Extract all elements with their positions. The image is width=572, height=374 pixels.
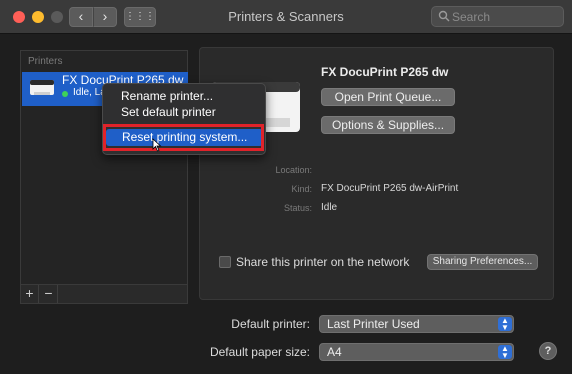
menu-item-set-default-printer[interactable]: Set default printer xyxy=(103,104,267,121)
add-printer-button[interactable]: + xyxy=(21,285,39,303)
default-paper-select[interactable]: A4 ▲ ▼ xyxy=(319,343,514,361)
kind-value: FX DocuPrint P265 dw-AirPrint xyxy=(321,183,459,194)
menu-item-rename-printer[interactable]: Rename printer... xyxy=(103,88,267,105)
search-field[interactable] xyxy=(431,6,564,27)
share-printer-checkbox[interactable] xyxy=(219,256,231,268)
pointer-cursor-icon xyxy=(152,138,162,152)
printer-icon xyxy=(30,80,54,95)
printer-status: Idle, La xyxy=(73,87,106,98)
remove-printer-button[interactable]: − xyxy=(40,285,58,303)
options-supplies-button[interactable]: Options & Supplies... xyxy=(321,116,455,134)
search-icon xyxy=(438,10,450,22)
share-printer-label[interactable]: Share this printer on the network xyxy=(236,255,409,269)
default-printer-label: Default printer: xyxy=(231,317,310,331)
open-print-queue-button[interactable]: Open Print Queue... xyxy=(321,88,455,106)
status-value: Idle xyxy=(321,202,338,213)
list-buttons-bar: + − xyxy=(20,285,188,304)
title-bar: ‹ › ⋮⋮⋮ Printers & Scanners xyxy=(0,0,572,34)
help-button[interactable]: ? xyxy=(539,342,557,360)
sharing-preferences-button[interactable]: Sharing Preferences... xyxy=(427,254,538,270)
annotation-highlight-box xyxy=(103,124,264,151)
printers-list-header: Printers xyxy=(28,56,63,67)
kind-label: Kind: xyxy=(291,184,312,194)
search-input[interactable] xyxy=(452,8,560,25)
status-dot xyxy=(62,91,68,97)
location-label: Location: xyxy=(275,165,312,175)
default-paper-value: A4 xyxy=(327,345,342,359)
status-label: Status: xyxy=(283,203,312,213)
default-printer-value: Last Printer Used xyxy=(327,317,420,331)
select-stepper-icon: ▲ ▼ xyxy=(498,317,512,332)
printer-title: FX DocuPrint P265 dw xyxy=(321,65,449,79)
default-printer-select[interactable]: Last Printer Used ▲ ▼ xyxy=(319,315,514,333)
select-stepper-icon: ▲ ▼ xyxy=(498,345,512,360)
default-paper-label: Default paper size: xyxy=(209,345,310,359)
